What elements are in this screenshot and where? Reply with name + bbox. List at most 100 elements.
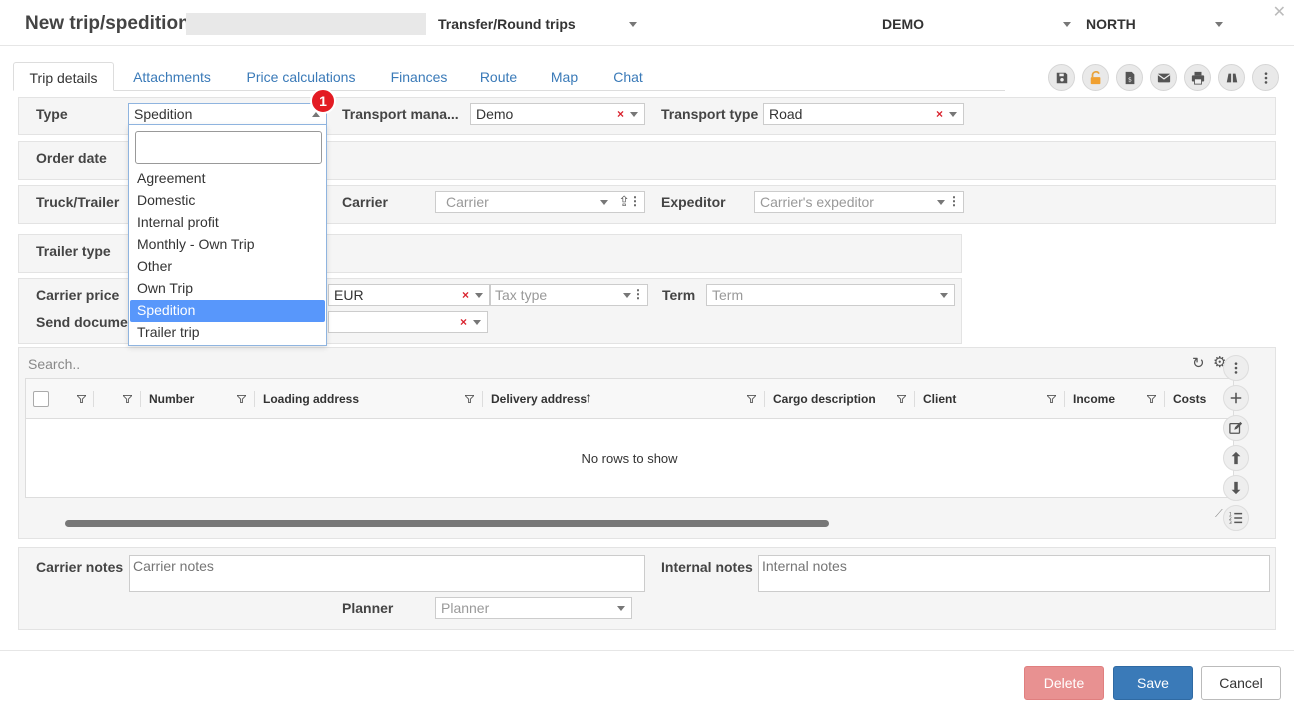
term-placeholder: Term <box>712 287 744 303</box>
resize-handle-icon[interactable]: ⟋ <box>1215 508 1223 521</box>
unlock-toolbar-button[interactable] <box>1082 64 1109 91</box>
transport-manager-label: Transport mana... <box>342 106 459 122</box>
type-option-internal-profit[interactable]: Internal profit <box>130 212 325 234</box>
company-select[interactable]: DEMO <box>882 16 924 32</box>
horizontal-scrollbar-thumb[interactable] <box>65 520 829 527</box>
grid-more-button[interactable] <box>1223 355 1249 381</box>
tab-chat[interactable]: Chat <box>608 62 648 91</box>
clear-icon[interactable]: × <box>936 107 943 121</box>
grid-add-button[interactable] <box>1223 385 1249 411</box>
type-value: Spedition <box>134 106 193 122</box>
column-header-client[interactable]: Client <box>923 392 956 406</box>
type-option-trailer-trip[interactable]: Trailer trip <box>130 322 325 344</box>
type-dropdown-search-input[interactable] <box>135 131 322 164</box>
filter-icon[interactable] <box>1047 395 1056 403</box>
refresh-icon[interactable]: ↻ <box>1192 354 1205 372</box>
term-select[interactable]: Term <box>706 284 955 306</box>
select-all-checkbox[interactable] <box>33 391 49 407</box>
grid-move-up-button[interactable] <box>1223 445 1249 471</box>
type-option-monthly-own-trip[interactable]: Monthly - Own Trip <box>130 234 325 256</box>
expeditor-select[interactable]: Carrier's expeditor ⋮ <box>754 191 964 213</box>
filter-icon[interactable] <box>1147 395 1156 403</box>
print-toolbar-button[interactable] <box>1184 64 1211 91</box>
trip-kind-select[interactable]: Transfer/Round trips <box>438 16 576 32</box>
grid-search-input[interactable]: Search.. <box>28 356 80 372</box>
type-option-domestic[interactable]: Domestic <box>130 190 325 212</box>
carrier-select[interactable]: Carrier ⇪ ⋮ <box>435 191 645 213</box>
transport-manager-value: Demo <box>476 106 514 122</box>
type-option-other[interactable]: Other <box>130 256 325 278</box>
filter-icon[interactable] <box>897 395 906 403</box>
filter-icon[interactable] <box>123 395 132 403</box>
column-header-loading-address[interactable]: Loading address <box>263 392 359 406</box>
internal-notes-label: Internal notes <box>661 559 753 575</box>
trip-name-placeholder-bar <box>186 13 426 35</box>
type-select[interactable]: Spedition <box>128 103 327 125</box>
type-option-own-trip[interactable]: Own Trip <box>130 278 325 300</box>
type-option-agreement[interactable]: Agreement <box>130 168 325 190</box>
transport-manager-select[interactable]: Demo × <box>470 103 645 125</box>
plus-icon <box>1230 392 1242 404</box>
grid-numbered-list-button[interactable]: 123 <box>1223 505 1249 531</box>
arrow-down-icon <box>1231 481 1241 495</box>
save-button[interactable]: Save <box>1113 666 1193 700</box>
tab-attachments[interactable]: Attachments <box>125 62 219 91</box>
send-documents-select[interactable]: × <box>328 311 488 333</box>
invoice-toolbar-button[interactable]: $ <box>1116 64 1143 91</box>
email-toolbar-button[interactable] <box>1150 64 1177 91</box>
internal-notes-input[interactable] <box>758 555 1270 592</box>
tab-finances[interactable]: Finances <box>386 62 452 91</box>
tab-price-calculations[interactable]: Price calculations <box>240 62 362 91</box>
column-separator <box>482 391 483 407</box>
tab-route[interactable]: Route <box>476 62 521 91</box>
more-vertical-icon[interactable]: ⋮ <box>629 194 641 208</box>
delete-button[interactable]: Delete <box>1024 666 1104 700</box>
column-header-cargo-description[interactable]: Cargo description <box>773 392 876 406</box>
column-header-income[interactable]: Income <box>1073 392 1115 406</box>
type-option-spedition[interactable]: Spedition <box>130 300 325 322</box>
column-separator <box>764 391 765 407</box>
sort-ascending-icon[interactable]: ↑ <box>585 389 592 405</box>
carrier-label: Carrier <box>342 194 388 210</box>
carrier-notes-input[interactable] <box>129 555 645 592</box>
tab-trip-details[interactable]: Trip details <box>13 62 114 91</box>
currency-select[interactable]: EUR × <box>328 284 490 306</box>
filter-icon[interactable] <box>77 395 86 403</box>
column-header-number[interactable]: Number <box>149 392 194 406</box>
planner-select[interactable]: Planner <box>435 597 632 619</box>
carrier-placeholder: Carrier <box>446 194 489 210</box>
routes-grid: Number Loading address Delivery address … <box>25 378 1234 498</box>
edit-icon <box>1229 421 1243 434</box>
type-dropdown: Agreement Domestic Internal profit Month… <box>128 124 327 346</box>
filter-icon[interactable] <box>237 395 246 403</box>
grid-move-down-button[interactable] <box>1223 475 1249 501</box>
expeditor-placeholder: Carrier's expeditor <box>760 194 874 210</box>
clear-icon[interactable]: × <box>617 107 624 121</box>
filter-icon[interactable] <box>465 395 474 403</box>
grid-edit-button[interactable] <box>1223 415 1249 441</box>
arrow-up-icon <box>1231 451 1241 465</box>
search-toolbar-button[interactable] <box>1218 64 1245 91</box>
transport-type-select[interactable]: Road × <box>763 103 964 125</box>
chevron-down-icon <box>940 293 948 298</box>
filter-icon[interactable] <box>747 395 756 403</box>
tax-type-select[interactable]: Tax type ⋮ <box>490 284 648 306</box>
region-select[interactable]: NORTH <box>1086 16 1136 32</box>
more-vertical-icon[interactable]: ⋮ <box>948 194 960 208</box>
more-vertical-icon <box>1234 362 1238 374</box>
chevron-down-icon <box>600 200 608 205</box>
column-separator <box>1164 391 1165 407</box>
clear-icon[interactable]: × <box>460 315 467 329</box>
column-separator <box>914 391 915 407</box>
cancel-button[interactable]: Cancel <box>1201 666 1281 700</box>
column-header-delivery-address[interactable]: Delivery address <box>491 392 587 406</box>
close-icon[interactable]: ✕ <box>1273 2 1286 22</box>
tab-map[interactable]: Map <box>546 62 583 91</box>
column-header-costs[interactable]: Costs <box>1173 392 1206 406</box>
more-toolbar-button[interactable] <box>1252 64 1279 91</box>
more-vertical-icon[interactable]: ⋮ <box>632 287 644 301</box>
save-toolbar-button[interactable] <box>1048 64 1075 91</box>
grid-empty-message: No rows to show <box>581 451 678 466</box>
term-label: Term <box>662 287 696 303</box>
clear-icon[interactable]: × <box>462 288 469 302</box>
